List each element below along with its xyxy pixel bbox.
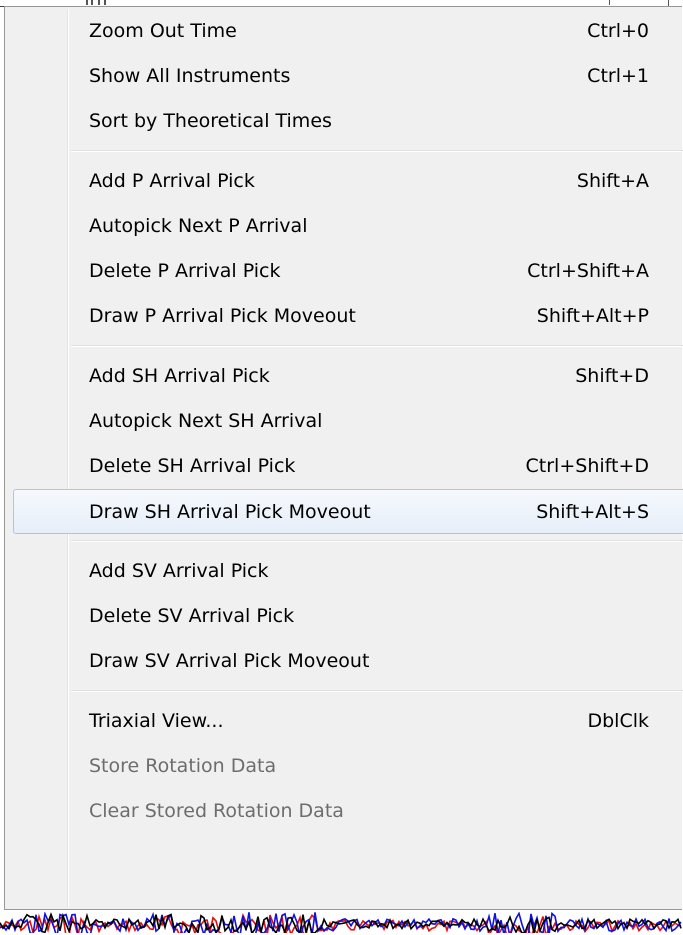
menu-item-label: Delete SV Arrival Pick bbox=[89, 605, 295, 627]
context-menu: Zoom Out Time Ctrl+0 Show All Instruments C… bbox=[4, 6, 683, 910]
menu-item-delete-sh-arrival-pick[interactable]: Delete SH Arrival Pick Ctrl+Shift+D bbox=[9, 444, 683, 489]
menu-item-shortcut: Shift+Alt+S bbox=[536, 501, 649, 523]
menu-item-sort-by-theoretical-times[interactable]: Sort by Theoretical Times bbox=[9, 99, 683, 144]
menu-item-delete-sv-arrival-pick[interactable]: Delete SV Arrival Pick bbox=[9, 594, 683, 639]
menu-item-label: Add P Arrival Pick bbox=[89, 170, 255, 192]
menu-separator bbox=[71, 345, 683, 347]
menu-item-label: Autopick Next SH Arrival bbox=[89, 410, 323, 432]
menu-item-autopick-next-p-arrival[interactable]: Autopick Next P Arrival bbox=[9, 204, 683, 249]
menu-item-clear-stored-rotation-data: Clear Stored Rotation Data bbox=[9, 789, 683, 834]
menu-item-shortcut: Shift+A bbox=[576, 170, 649, 192]
menu-item-delete-p-arrival-pick[interactable]: Delete P Arrival Pick Ctrl+Shift+A bbox=[9, 249, 683, 294]
menu-item-label: Delete SH Arrival Pick bbox=[89, 455, 296, 477]
menu-item-label: Draw SH Arrival Pick Moveout bbox=[89, 501, 371, 523]
menu-item-triaxial-view[interactable]: Triaxial View... DblClk bbox=[9, 699, 683, 744]
menu-item-label: Delete P Arrival Pick bbox=[89, 260, 281, 282]
menu-item-label: Add SV Arrival Pick bbox=[89, 560, 269, 582]
menu-separator bbox=[71, 150, 683, 152]
menu-item-label: Clear Stored Rotation Data bbox=[89, 800, 344, 822]
menu-item-shortcut: Ctrl+Shift+A bbox=[527, 260, 649, 282]
menu-item-autopick-next-sh-arrival[interactable]: Autopick Next SH Arrival bbox=[9, 399, 683, 444]
menu-item-label: Add SH Arrival Pick bbox=[89, 365, 270, 387]
menu-item-shortcut: Ctrl+0 bbox=[587, 20, 649, 42]
background-tick bbox=[609, 0, 610, 5]
menu-item-shortcut: DblClk bbox=[587, 710, 649, 732]
menu-item-add-sv-arrival-pick[interactable]: Add SV Arrival Pick bbox=[9, 549, 683, 594]
menu-item-shortcut: Ctrl+Shift+D bbox=[525, 455, 649, 477]
menu-item-add-sh-arrival-pick[interactable]: Add SH Arrival Pick Shift+D bbox=[9, 354, 683, 399]
menu-item-label: Draw P Arrival Pick Moveout bbox=[89, 305, 356, 327]
menu-item-show-all-instruments[interactable]: Show All Instruments Ctrl+1 bbox=[9, 54, 683, 99]
menu-separator bbox=[71, 540, 683, 542]
seismic-waveform-strip bbox=[0, 912, 683, 935]
menu-item-draw-sh-arrival-pick-moveout[interactable]: Draw SH Arrival Pick Moveout Shift+Alt+S bbox=[13, 489, 683, 534]
menu-item-store-rotation-data: Store Rotation Data bbox=[9, 744, 683, 789]
menu-item-draw-p-arrival-pick-moveout[interactable]: Draw P Arrival Pick Moveout Shift+Alt+P bbox=[9, 294, 683, 339]
menu-item-label: Zoom Out Time bbox=[89, 20, 237, 42]
menu-item-zoom-out-time[interactable]: Zoom Out Time Ctrl+0 bbox=[9, 9, 683, 54]
menu-item-label: Store Rotation Data bbox=[89, 755, 277, 777]
menu-item-label: Sort by Theoretical Times bbox=[89, 110, 332, 132]
menu-item-label: Show All Instruments bbox=[89, 65, 291, 87]
menu-separator bbox=[71, 690, 683, 692]
menu-item-label: Autopick Next P Arrival bbox=[89, 215, 308, 237]
menu-item-draw-sv-arrival-pick-moveout[interactable]: Draw SV Arrival Pick Moveout bbox=[9, 639, 683, 684]
menu-item-label: Draw SV Arrival Pick Moveout bbox=[89, 650, 370, 672]
menu-item-add-p-arrival-pick[interactable]: Add P Arrival Pick Shift+A bbox=[9, 159, 683, 204]
background-trace-fragment bbox=[86, 0, 116, 5]
screen: Zoom Out Time Ctrl+0 Show All Instruments C… bbox=[0, 0, 683, 935]
menu-item-shortcut: Shift+Alt+P bbox=[536, 305, 649, 327]
menu-item-shortcut: Shift+D bbox=[575, 365, 649, 387]
menu-item-shortcut: Ctrl+1 bbox=[587, 65, 649, 87]
waveform-trace bbox=[0, 912, 682, 935]
menu-item-label: Triaxial View... bbox=[89, 710, 224, 732]
